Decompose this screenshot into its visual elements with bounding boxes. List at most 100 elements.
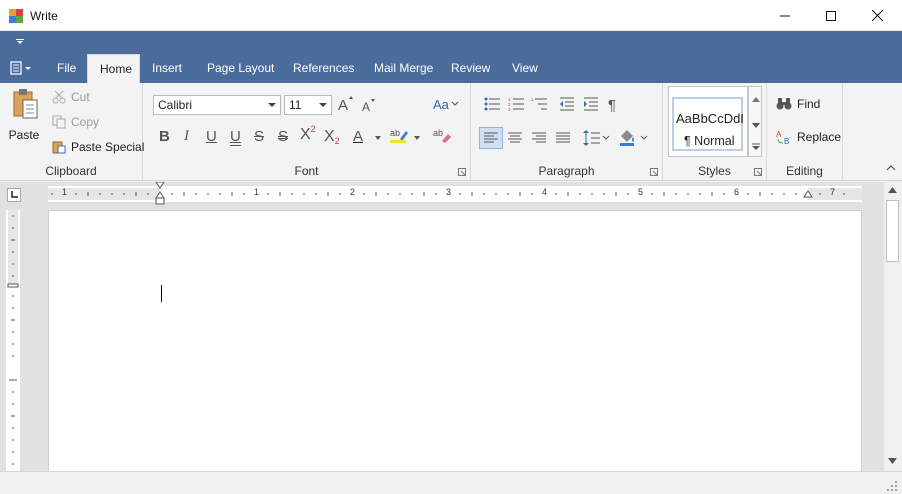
find-label: Find xyxy=(797,97,821,111)
font-family-select[interactable]: Calibri xyxy=(153,95,281,115)
paste-special-icon xyxy=(52,141,66,154)
superscript-button[interactable]: X2 xyxy=(300,124,316,144)
shrink-font-button[interactable]: A xyxy=(362,98,376,116)
show-formatting-marks-icon[interactable]: ¶ xyxy=(608,96,622,112)
tab-file[interactable]: File xyxy=(45,54,88,83)
cut-button[interactable]: Cut xyxy=(52,90,90,104)
svg-text:B: B xyxy=(784,137,789,144)
tab-page-layout[interactable]: Page Layout xyxy=(195,54,286,83)
styles-gallery-scroll[interactable] xyxy=(748,86,762,157)
tab-view[interactable]: View xyxy=(500,54,550,83)
ruler-number: 4 xyxy=(542,187,548,197)
increase-indent-icon[interactable] xyxy=(584,97,598,111)
underline-button[interactable]: U xyxy=(206,128,217,145)
chevron-up-icon[interactable] xyxy=(752,97,760,102)
maximize-button[interactable] xyxy=(808,0,854,31)
paste-special-label: Paste Special xyxy=(71,140,145,154)
scissors-icon xyxy=(52,90,66,104)
double-strikethrough-button[interactable]: S xyxy=(278,128,288,145)
cut-label: Cut xyxy=(71,90,90,104)
paste-special-button[interactable]: Paste Special xyxy=(52,140,144,154)
first-line-indent-marker[interactable] xyxy=(155,182,165,206)
scroll-up-icon[interactable] xyxy=(888,187,897,193)
tab-stop-selector[interactable] xyxy=(7,188,21,202)
scroll-down-icon[interactable] xyxy=(888,458,897,464)
right-indent-marker[interactable] xyxy=(803,190,813,198)
paragraph-group: 123 1 ¶ Paragraph xyxy=(471,83,663,181)
chevron-down-icon xyxy=(268,103,276,107)
vertical-scrollbar[interactable] xyxy=(883,182,901,471)
paste-button[interactable]: Paste xyxy=(5,88,43,148)
clear-formatting-button[interactable]: ab xyxy=(433,127,451,147)
chevron-down-icon[interactable] xyxy=(414,136,420,140)
style-name: ¶ Normal xyxy=(684,134,735,148)
bold-button[interactable]: B xyxy=(159,128,170,145)
ribbon-tabs: File Home Insert Page Layout References … xyxy=(0,54,902,83)
align-center-icon[interactable] xyxy=(508,132,522,144)
italic-button[interactable]: I xyxy=(184,128,189,145)
ruler-number: 6 xyxy=(734,187,740,197)
font-size-select[interactable]: 11 xyxy=(284,95,332,115)
dialog-launcher-icon[interactable] xyxy=(650,168,658,176)
styles-gallery[interactable]: AaBbCcDdI ¶ Normal xyxy=(668,86,748,157)
find-button[interactable]: Find xyxy=(776,97,820,111)
paragraph-group-label: Paragraph xyxy=(538,164,595,178)
highlight-icon: ab xyxy=(390,128,408,143)
document-page[interactable] xyxy=(48,210,862,472)
grow-font-icon: A xyxy=(338,96,353,114)
shading-icon[interactable] xyxy=(619,128,649,146)
superscript-mark: 2 xyxy=(310,124,316,134)
svg-text:Aa: Aa xyxy=(433,97,450,112)
left-tab-icon xyxy=(11,191,18,198)
horizontal-ruler[interactable]: 1 1 2 3 4 5 6 7 xyxy=(48,182,862,205)
dialog-launcher-icon[interactable] xyxy=(754,168,762,176)
numbering-icon[interactable]: 123 xyxy=(508,97,524,111)
font-color-button[interactable]: A xyxy=(353,128,363,145)
tab-mail-merge[interactable]: Mail Merge xyxy=(362,54,445,83)
copy-label: Copy xyxy=(71,115,100,129)
copy-button[interactable]: Copy xyxy=(52,115,99,129)
chevron-down-icon[interactable] xyxy=(375,136,381,140)
line-spacing-icon[interactable] xyxy=(583,130,611,146)
gallery-more-icon[interactable] xyxy=(752,143,760,151)
font-group-label: Font xyxy=(294,164,319,178)
strikethrough-button[interactable]: S xyxy=(254,128,264,145)
highlight-button[interactable]: ab xyxy=(390,127,408,147)
ruler-number: 3 xyxy=(446,187,452,197)
justify-icon[interactable] xyxy=(556,132,570,144)
application-menu-icon[interactable] xyxy=(10,61,32,75)
decrease-indent-icon[interactable] xyxy=(560,97,574,111)
svg-text:¶: ¶ xyxy=(608,97,616,112)
change-case-button[interactable]: Aa xyxy=(433,96,459,116)
minimize-button[interactable] xyxy=(762,0,808,31)
subscript-mark: 2 xyxy=(334,136,340,146)
replace-button[interactable]: AB Replace xyxy=(776,130,841,144)
font-family-value: Calibri xyxy=(158,98,193,112)
font-group: Calibri 11 A A Aa B I U U S S X2 X2 A ab… xyxy=(143,83,471,181)
collapse-ribbon-icon[interactable] xyxy=(886,165,896,171)
align-left-button[interactable] xyxy=(479,127,503,149)
close-button[interactable] xyxy=(854,0,900,31)
tab-review[interactable]: Review xyxy=(439,54,502,83)
customize-quick-access-icon[interactable] xyxy=(16,39,24,45)
tab-references[interactable]: References xyxy=(281,54,366,83)
superscript-label: X xyxy=(300,126,311,143)
ruler-number: 7 xyxy=(830,187,836,197)
align-right-icon[interactable] xyxy=(532,132,546,144)
minimize-icon xyxy=(780,15,790,16)
tab-insert[interactable]: Insert xyxy=(140,54,194,83)
double-underline-button[interactable]: U xyxy=(230,128,241,145)
resize-grip-icon[interactable] xyxy=(887,481,897,491)
bullets-icon[interactable] xyxy=(484,97,500,111)
vertical-ruler[interactable] xyxy=(6,210,20,471)
chevron-down-icon[interactable] xyxy=(752,123,760,128)
subscript-button[interactable]: X2 xyxy=(324,128,340,146)
tab-home[interactable]: Home xyxy=(87,54,140,83)
grow-font-button[interactable]: A xyxy=(338,96,354,116)
svg-text:ab: ab xyxy=(390,128,400,138)
multilevel-list-icon[interactable]: 1 xyxy=(531,97,547,111)
dialog-launcher-icon[interactable] xyxy=(458,168,466,176)
style-normal[interactable]: AaBbCcDdI ¶ Normal xyxy=(672,97,744,151)
binoculars-icon xyxy=(776,98,792,110)
scrollbar-thumb[interactable] xyxy=(886,200,899,262)
